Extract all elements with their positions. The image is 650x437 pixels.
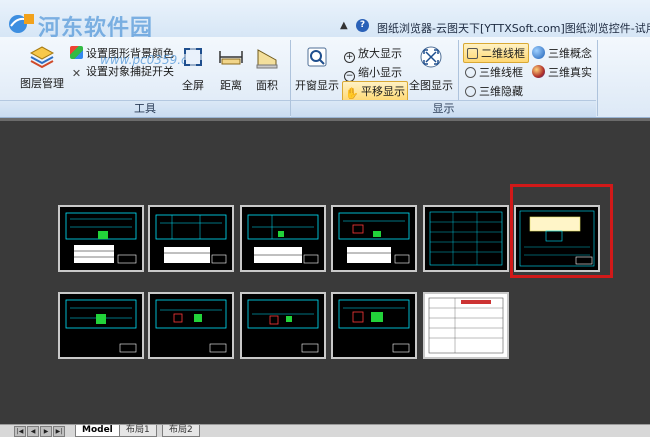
wireframe-3d-icon	[465, 67, 476, 78]
set-snap-button[interactable]: ✕ 设置对象捕捉开关	[70, 63, 174, 80]
palette-icon	[70, 46, 83, 59]
help-icon[interactable]: ?	[356, 19, 369, 32]
layout-thumbnail[interactable]	[148, 292, 234, 359]
layout-thumbnail[interactable]	[58, 205, 144, 272]
pan-label: 平移显示	[361, 85, 405, 98]
floor-plan-drawing	[247, 299, 319, 353]
full-view-icon	[420, 46, 442, 68]
ruler-icon	[219, 51, 243, 65]
snap-cross-icon: ✕	[71, 67, 82, 80]
app-logo-icon[interactable]	[6, 12, 36, 34]
tab-layout1[interactable]: 布局1	[119, 425, 157, 437]
minimize-ribbon-icon[interactable]: ▲	[340, 20, 348, 31]
floor-plan-drawing	[65, 299, 137, 353]
full-view-button[interactable]: 全图显示	[408, 44, 454, 93]
hidden-3d-label: 三维隐藏	[479, 85, 523, 98]
concept-3d-label: 三维概念	[548, 47, 592, 60]
full-view-label: 全图显示	[409, 79, 453, 92]
floor-plan-drawing	[155, 214, 227, 264]
floor-plan-drawing	[338, 299, 410, 353]
concept-sphere-icon	[532, 46, 545, 59]
next-tab-button[interactable]: ▶	[40, 426, 52, 437]
layout-thumbnail[interactable]	[58, 292, 144, 359]
zoom-in-button[interactable]: + 放大显示	[344, 45, 402, 63]
pan-button[interactable]: ✋ 平移显示	[342, 81, 408, 102]
group-separator	[597, 40, 598, 116]
layout-thumbnail[interactable]	[423, 292, 509, 359]
fullscreen-button[interactable]: 全屏	[176, 44, 210, 93]
area-icon	[256, 49, 278, 69]
area-label: 面积	[256, 79, 278, 92]
floor-plan-drawing	[247, 214, 319, 264]
pan-hand-icon: ✋	[345, 87, 359, 100]
prev-tab-button[interactable]: ◀	[27, 426, 39, 437]
wireframe-2d-button[interactable]: 二维线框	[463, 43, 529, 63]
realistic-sphere-icon	[532, 65, 545, 78]
wireframe-2d-label: 二维线框	[481, 47, 525, 60]
floor-plan-drawing	[65, 212, 137, 264]
layout-thumbnail[interactable]	[240, 205, 326, 272]
layout-thumbnail[interactable]	[148, 205, 234, 272]
distance-button[interactable]: 距离	[214, 44, 248, 93]
window-display-label: 开窗显示	[295, 79, 339, 92]
fullscreen-icon	[184, 48, 202, 66]
realistic-3d-button[interactable]: 三维真实	[532, 64, 592, 80]
layer-manager-button[interactable]: 图层管理	[14, 44, 70, 91]
layout-thumbnail[interactable]	[331, 205, 417, 272]
floor-plan-drawing	[155, 299, 227, 353]
realistic-3d-label: 三维真实	[548, 66, 592, 79]
window-zoom-icon	[307, 47, 327, 67]
cover-sheet-drawing	[428, 297, 504, 354]
wireframe-3d-label: 三维线框	[479, 66, 523, 79]
selection-highlight	[510, 184, 613, 278]
fullscreen-label: 全屏	[182, 79, 204, 92]
wireframe-2d-icon	[467, 48, 478, 59]
zoom-out-label: 缩小显示	[358, 66, 402, 79]
hidden-3d-icon	[465, 86, 476, 97]
concept-3d-button[interactable]: 三维概念	[532, 45, 592, 61]
last-tab-button[interactable]: ▶|	[53, 426, 65, 437]
floor-plan-drawing	[338, 212, 410, 264]
first-tab-button[interactable]: |◀	[14, 426, 26, 437]
window-title: 图纸浏览器-云图天下[YTTXSoft.com]图纸浏览控件-试用版	[377, 22, 650, 35]
tab-model[interactable]: Model	[75, 425, 120, 437]
layers-icon	[29, 46, 55, 69]
set-snap-label: 设置对象捕捉开关	[86, 65, 174, 78]
layer-manager-label: 图层管理	[20, 77, 64, 90]
schedule-sheet-drawing	[429, 211, 503, 266]
window-display-button[interactable]: 开窗显示	[294, 44, 340, 93]
zoom-out-button[interactable]: − 缩小显示	[344, 64, 402, 82]
layout-thumbnail[interactable]	[331, 292, 417, 359]
tab-layout2[interactable]: 布局2	[162, 425, 200, 437]
zoom-in-label: 放大显示	[358, 47, 402, 60]
hidden-3d-button[interactable]: 三维隐藏	[465, 83, 523, 99]
distance-label: 距离	[220, 79, 242, 92]
layout-thumbnail[interactable]	[240, 292, 326, 359]
wireframe-3d-button[interactable]: 三维线框	[465, 64, 523, 80]
display-group-caption: 显示	[291, 100, 596, 117]
area-button[interactable]: 面积	[250, 44, 284, 93]
tools-group-caption: 工具	[0, 100, 290, 117]
zoom-in-icon: +	[344, 52, 355, 63]
layout-thumbnail[interactable]	[423, 205, 509, 272]
